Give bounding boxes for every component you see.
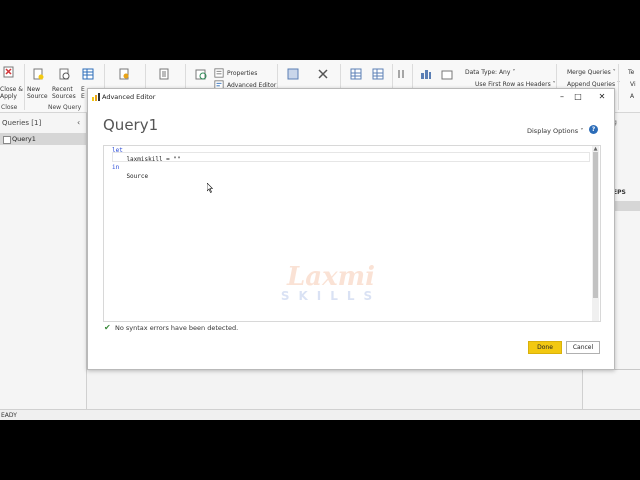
split-column-icon[interactable]	[420, 68, 432, 80]
dialog-titlebar[interactable]: Advanced Editor – □ ✕	[88, 89, 614, 105]
status-bar: EADY	[0, 409, 640, 420]
code-line-in: in	[112, 164, 120, 172]
recent-sources-icon[interactable]	[58, 68, 70, 80]
new-query-group-label: New Query	[48, 104, 82, 111]
use-first-row-headers-button[interactable]: Use First Row as Headers ˅	[475, 81, 556, 88]
editor-scrollbar[interactable]: ▲	[592, 146, 599, 321]
status-text: EADY	[1, 412, 17, 419]
close-group-label: Close	[1, 104, 18, 111]
advanced-editor-dialog: Advanced Editor – □ ✕ Query1 Display Opt…	[87, 88, 615, 370]
merge-queries-button[interactable]: Merge Queries ˅	[567, 69, 616, 76]
query-list-item[interactable]: Query1	[0, 133, 86, 145]
power-query-window: Close & Apply Close New Source Recent Sourc…	[0, 60, 640, 420]
maximize-icon[interactable]: □	[571, 91, 585, 103]
dialog-title: Advanced Editor	[102, 93, 156, 101]
properties-icon[interactable]	[214, 68, 224, 78]
queries-header: Queries [1]	[2, 119, 42, 127]
watermark-logo: Laxmi SKILLS	[280, 262, 382, 303]
minimize-icon[interactable]: –	[555, 91, 569, 103]
editor-gutter	[104, 146, 112, 321]
query-item-label: Query1	[12, 135, 36, 143]
power-bi-icon	[92, 93, 100, 101]
remove-columns-icon[interactable]	[317, 68, 329, 80]
code-editor[interactable]: let laxmiskill = "" in Source Laxmi SKIL…	[103, 145, 601, 322]
vision-button[interactable]: Vi	[630, 81, 636, 88]
azure-ml-button[interactable]: A	[630, 93, 634, 100]
close-apply-icon[interactable]	[3, 66, 15, 78]
append-queries-button[interactable]: Append Queries ˅	[567, 81, 620, 88]
sort-icon[interactable]	[397, 68, 405, 80]
close-apply-button[interactable]: Close & Apply	[0, 86, 23, 100]
new-source-icon[interactable]	[32, 68, 44, 80]
queries-pane: Queries [1] ‹ Query1	[0, 113, 87, 409]
properties-button[interactable]: Properties	[227, 70, 257, 77]
chevron-down-icon: ˅	[580, 127, 584, 135]
check-icon: ✔	[104, 323, 111, 332]
data-type-dropdown[interactable]: Data Type: Any ˅	[465, 69, 515, 76]
group-by-icon[interactable]	[441, 68, 453, 80]
recent-sources-button[interactable]: Recent Sources	[52, 86, 76, 100]
current-line-highlight	[112, 152, 590, 162]
display-options-dropdown[interactable]: Display Options ˅	[527, 127, 583, 135]
refresh-preview-icon[interactable]	[195, 68, 207, 80]
collapse-pane-chevron-icon[interactable]: ‹	[77, 118, 80, 127]
code-line-assignment: laxmiskill = ""	[112, 155, 181, 163]
syntax-status-message: No syntax errors have been detected.	[115, 324, 239, 332]
data-source-settings-icon[interactable]	[118, 68, 130, 80]
manage-parameters-icon[interactable]	[158, 68, 170, 80]
new-source-button[interactable]: New Source	[27, 86, 48, 100]
query-name-heading: Query1	[103, 116, 159, 134]
done-button[interactable]: Done	[528, 341, 562, 354]
remove-rows-icon[interactable]	[372, 68, 384, 80]
cancel-button[interactable]: Cancel	[566, 341, 600, 354]
table-icon	[3, 136, 11, 144]
code-line-source: Source	[112, 172, 149, 180]
close-icon[interactable]: ✕	[595, 91, 609, 103]
code-line-let: let	[112, 147, 123, 154]
scroll-thumb[interactable]	[593, 152, 598, 298]
choose-columns-icon[interactable]	[287, 68, 299, 80]
text-analytics-button[interactable]: Te	[628, 69, 634, 76]
enter-data-icon[interactable]	[82, 68, 94, 80]
enter-data-button[interactable]: EE	[81, 86, 85, 100]
keep-rows-icon[interactable]	[350, 68, 362, 80]
code-text[interactable]: let laxmiskill = "" in Source	[112, 147, 181, 181]
mouse-pointer-icon	[207, 183, 213, 193]
help-icon[interactable]: ?	[589, 125, 598, 134]
